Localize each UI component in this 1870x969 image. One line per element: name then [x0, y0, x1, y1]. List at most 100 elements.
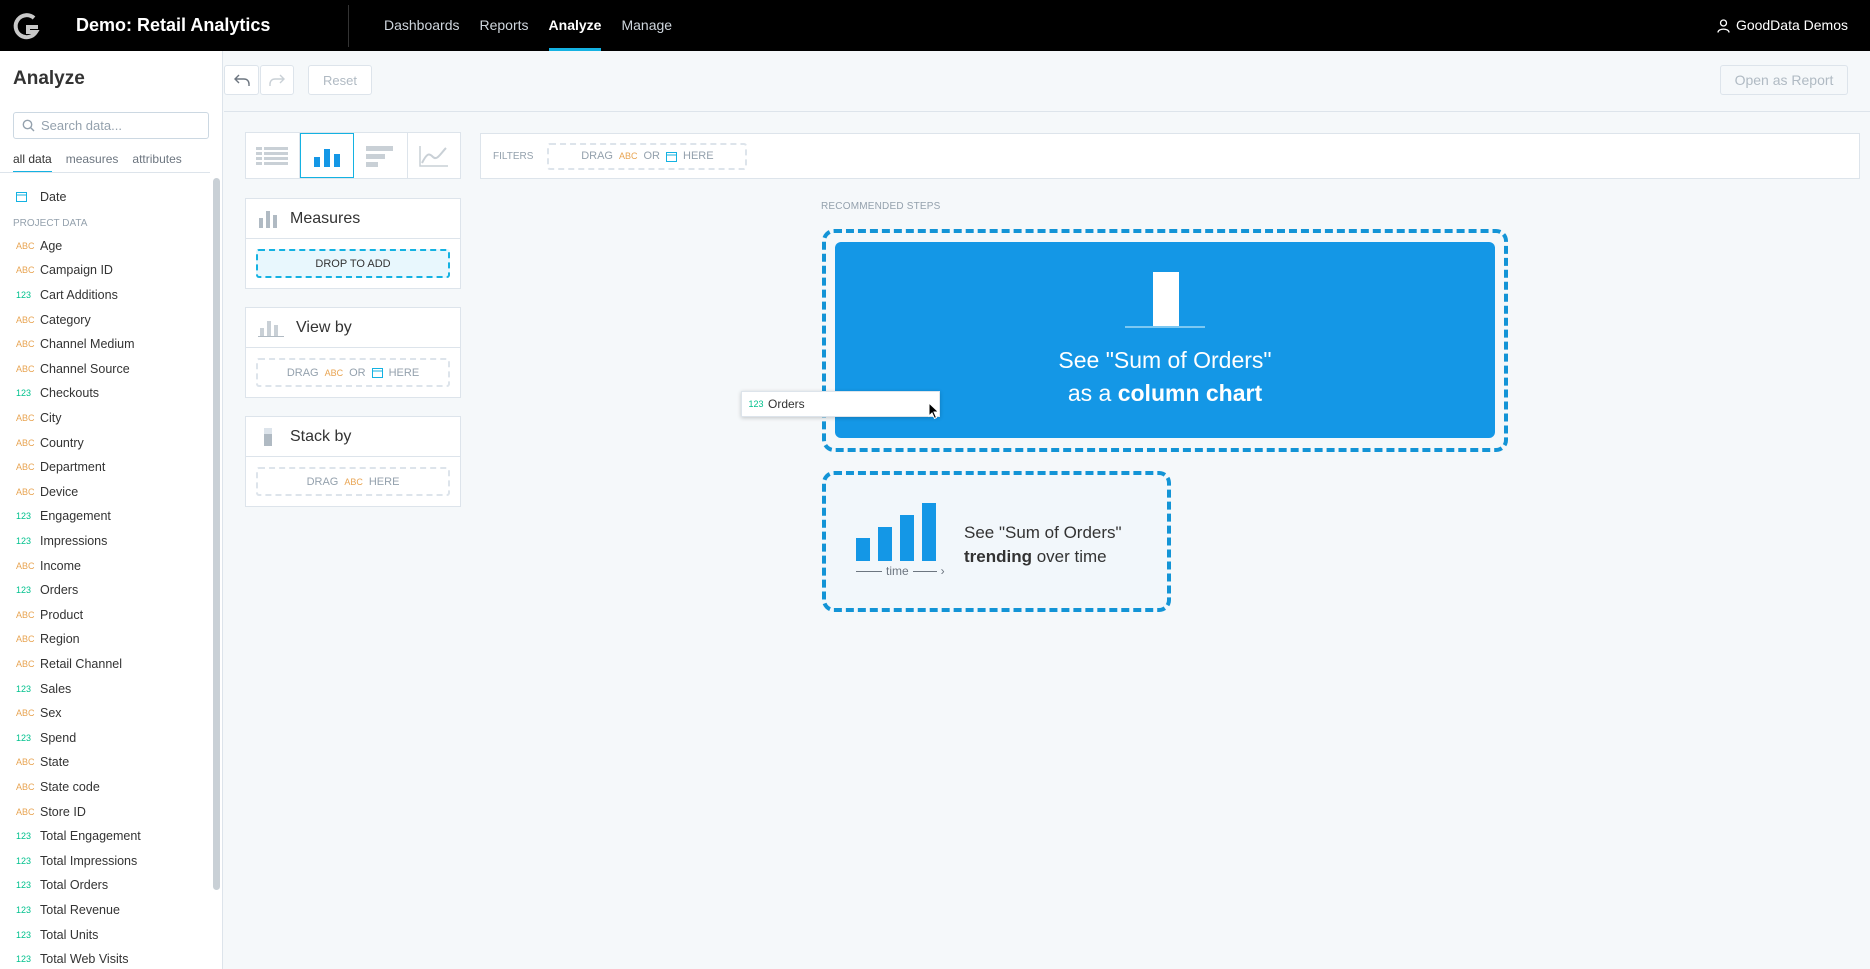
list-item[interactable]: ABC Channel Medium: [0, 332, 210, 357]
here-text: HERE: [683, 150, 714, 162]
list-item[interactable]: 123 Total Orders: [0, 873, 210, 898]
open-as-report-button[interactable]: Open as Report: [1720, 65, 1848, 95]
list-item[interactable]: ABC Income: [0, 553, 210, 578]
list-item[interactable]: ABC Age: [0, 234, 210, 259]
nav-analyze[interactable]: Analyze: [539, 0, 612, 51]
list-item[interactable]: ABC State: [0, 750, 210, 775]
measures-bucket-header: Measures: [246, 199, 460, 239]
measure-type-tag: 123: [16, 290, 32, 301]
list-item[interactable]: 123 Impressions: [0, 529, 210, 554]
nav-reports[interactable]: Reports: [470, 0, 539, 51]
measure-type-tag: 123: [16, 929, 32, 940]
list-item[interactable]: 123 Total Web Visits: [0, 947, 210, 969]
measure-type-tag: 123: [16, 683, 32, 694]
list-item[interactable]: 123 Engagement: [0, 504, 210, 529]
attribute-type-tag: ABC: [16, 462, 35, 473]
tab-all-data[interactable]: all data: [13, 152, 52, 173]
here-text: HERE: [368, 475, 400, 488]
user-icon: [1717, 18, 1730, 33]
nav-dashboards[interactable]: Dashboards: [374, 0, 470, 51]
tab-attributes[interactable]: attributes: [132, 152, 181, 173]
list-item-label: Channel Source: [40, 361, 130, 376]
trend-columns-icon: [856, 503, 936, 561]
list-item-date[interactable]: Date: [0, 185, 210, 210]
list-item[interactable]: ABC Country: [0, 430, 210, 455]
user-menu[interactable]: GoodData Demos: [1717, 0, 1848, 51]
list-item[interactable]: ABC Campaign ID: [0, 258, 210, 283]
data-list: Date PROJECT DATA ABC Age ABC Campaign ID 12…: [0, 185, 210, 969]
measure-type-tag: 123: [16, 831, 32, 842]
filters-drop-zone[interactable]: DRAG ABC OR HERE: [547, 142, 748, 170]
list-item[interactable]: 123 Sales: [0, 676, 210, 701]
list-item-label: Date: [40, 190, 67, 205]
list-item-label: Impressions: [40, 534, 108, 549]
list-item[interactable]: 123 Total Units: [0, 922, 210, 947]
top-bar: Demo: Retail Analytics Dashboards Report…: [0, 0, 1870, 51]
attribute-type-tag: ABC: [16, 413, 35, 424]
list-item-label: Age: [40, 238, 63, 253]
reset-button[interactable]: Reset: [308, 65, 372, 95]
view-by-drop-zone[interactable]: DRAG ABC OR HERE: [256, 358, 450, 387]
tab-measures[interactable]: measures: [66, 152, 119, 173]
list-item-label: Region: [40, 632, 80, 647]
search-input[interactable]: [41, 118, 201, 133]
redo-icon: [269, 74, 285, 86]
list-item[interactable]: 123 Orders: [0, 578, 210, 603]
numeric-tag: 123: [748, 399, 764, 409]
sidebar-scrollbar[interactable]: [213, 178, 220, 890]
list-item[interactable]: ABC Department: [0, 455, 210, 480]
list-item-label: City: [40, 411, 62, 426]
abc-tag: ABC: [618, 151, 638, 161]
stack-by-bucket: Stack by DRAG ABC HERE: [245, 416, 461, 507]
list-item[interactable]: ABC Region: [0, 627, 210, 652]
viz-table-button[interactable]: [246, 133, 300, 178]
list-item-label: Total Orders: [40, 878, 109, 893]
list-item[interactable]: ABC Store ID: [0, 799, 210, 824]
dragged-item-orders[interactable]: 123 Orders: [741, 391, 940, 417]
undo-button[interactable]: [224, 65, 259, 95]
list-item[interactable]: 123 Total Engagement: [0, 824, 210, 849]
search-box: [13, 112, 209, 139]
list-item[interactable]: 123 Spend: [0, 725, 210, 750]
measure-type-tag: 123: [16, 536, 32, 547]
app-title[interactable]: Demo: Retail Analytics: [76, 15, 348, 36]
nav-manage[interactable]: Manage: [611, 0, 682, 51]
stack-by-bucket-header: Stack by: [246, 417, 460, 457]
viz-column-button[interactable]: [299, 133, 354, 178]
list-item[interactable]: ABC Product: [0, 603, 210, 628]
list-item[interactable]: ABC Category: [0, 307, 210, 332]
measures-drop-zone[interactable]: DROP TO ADD: [256, 249, 450, 278]
list-item-label: Retail Channel: [40, 656, 122, 671]
stack-by-drop-zone[interactable]: DRAG ABC HERE: [256, 467, 450, 496]
list-item[interactable]: ABC Retail Channel: [0, 652, 210, 677]
viz-line-button[interactable]: [408, 133, 461, 178]
list-item-label: Country: [40, 435, 84, 450]
main-nav: Dashboards Reports Analyze Manage: [374, 0, 682, 51]
list-item[interactable]: 123 Cart Additions: [0, 283, 210, 308]
stack-by-title: Stack by: [290, 427, 352, 445]
list-item-label: Device: [40, 484, 79, 499]
list-item[interactable]: 123 Checkouts: [0, 381, 210, 406]
list-item[interactable]: ABC Channel Source: [0, 357, 210, 382]
list-item[interactable]: 123 Total Revenue: [0, 898, 210, 923]
list-item[interactable]: 123 Total Impressions: [0, 848, 210, 873]
calendar-icon: [16, 191, 40, 204]
list-item[interactable]: ABC Device: [0, 480, 210, 505]
dragged-item-label: Orders: [768, 397, 805, 411]
measures-icon: [259, 210, 277, 228]
topbar-divider: [348, 4, 349, 47]
list-item-label: Cart Additions: [40, 288, 118, 303]
visualization-type-switcher: [245, 132, 461, 179]
list-item[interactable]: ABC City: [0, 406, 210, 431]
list-item[interactable]: ABC Sex: [0, 701, 210, 726]
list-item[interactable]: ABC State code: [0, 775, 210, 800]
drag-text: DRAG: [286, 366, 319, 379]
gooddata-logo-icon[interactable]: [0, 0, 54, 51]
recommend-trend-text: See "Sum of Orders" trending over time: [964, 523, 1122, 566]
list-item-label: Checkouts: [40, 386, 100, 401]
redo-button[interactable]: [260, 65, 294, 95]
view-by-icon: [258, 320, 284, 337]
recommend-trend-button[interactable]: time › See "Sum of Orders" trending over…: [822, 471, 1171, 612]
viz-bar-button[interactable]: [354, 133, 408, 178]
or-text: OR: [643, 150, 661, 162]
